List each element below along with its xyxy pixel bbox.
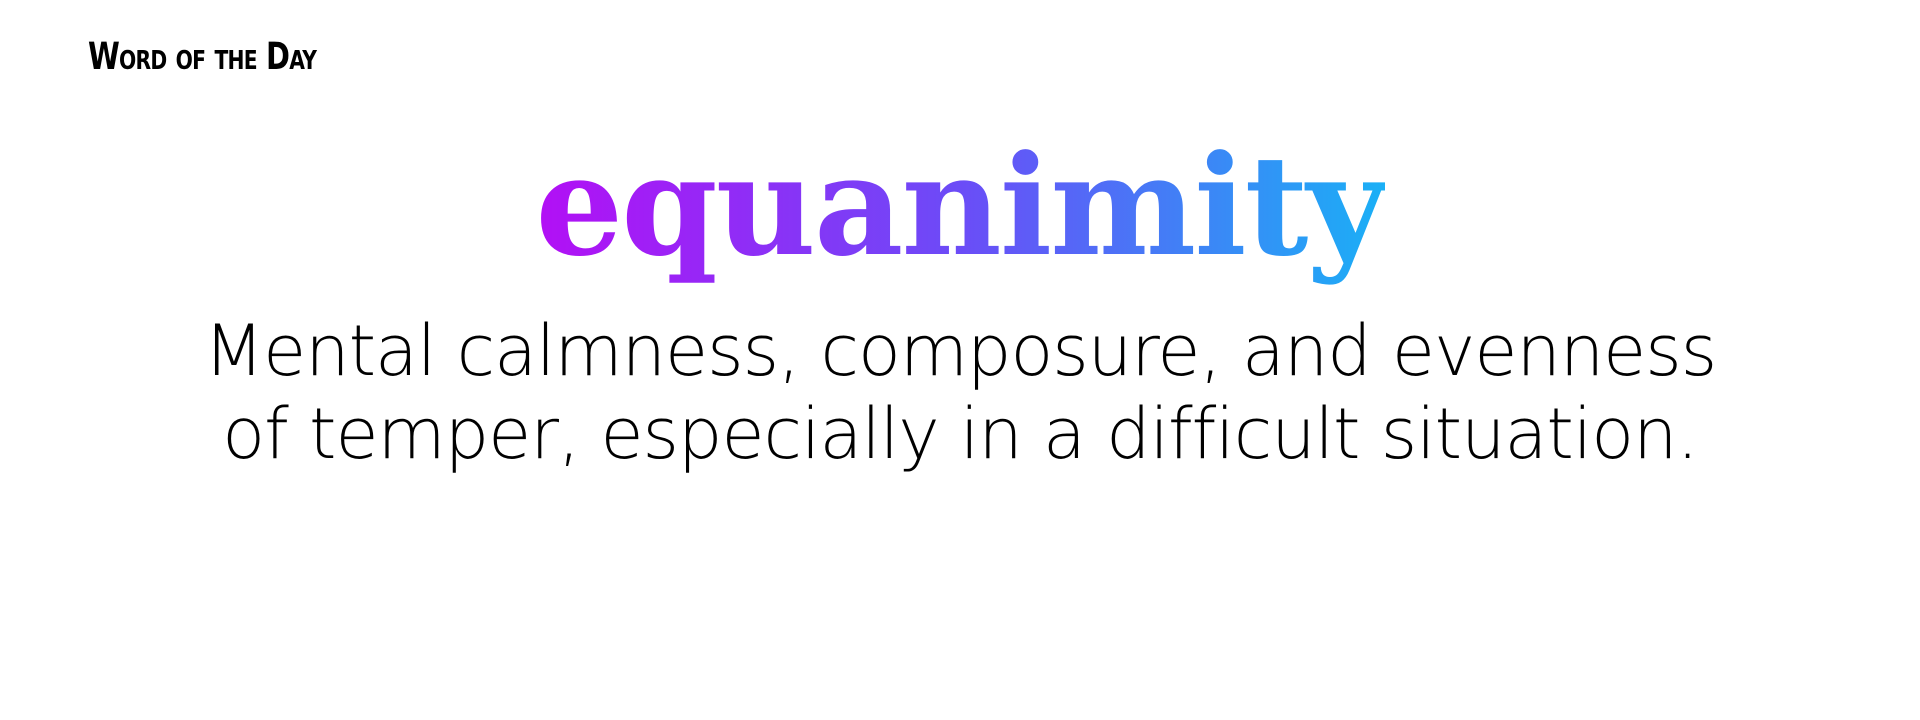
section-label: Word of the Day (88, 35, 317, 78)
word-definition: Mental calmness, composure, and evenness… (203, 310, 1717, 475)
word-of-the-day-card: Word of the Day equanimity Mental calmne… (0, 0, 1920, 720)
featured-word-text: equanimity (535, 124, 1386, 287)
featured-word: equanimity (0, 130, 1920, 282)
